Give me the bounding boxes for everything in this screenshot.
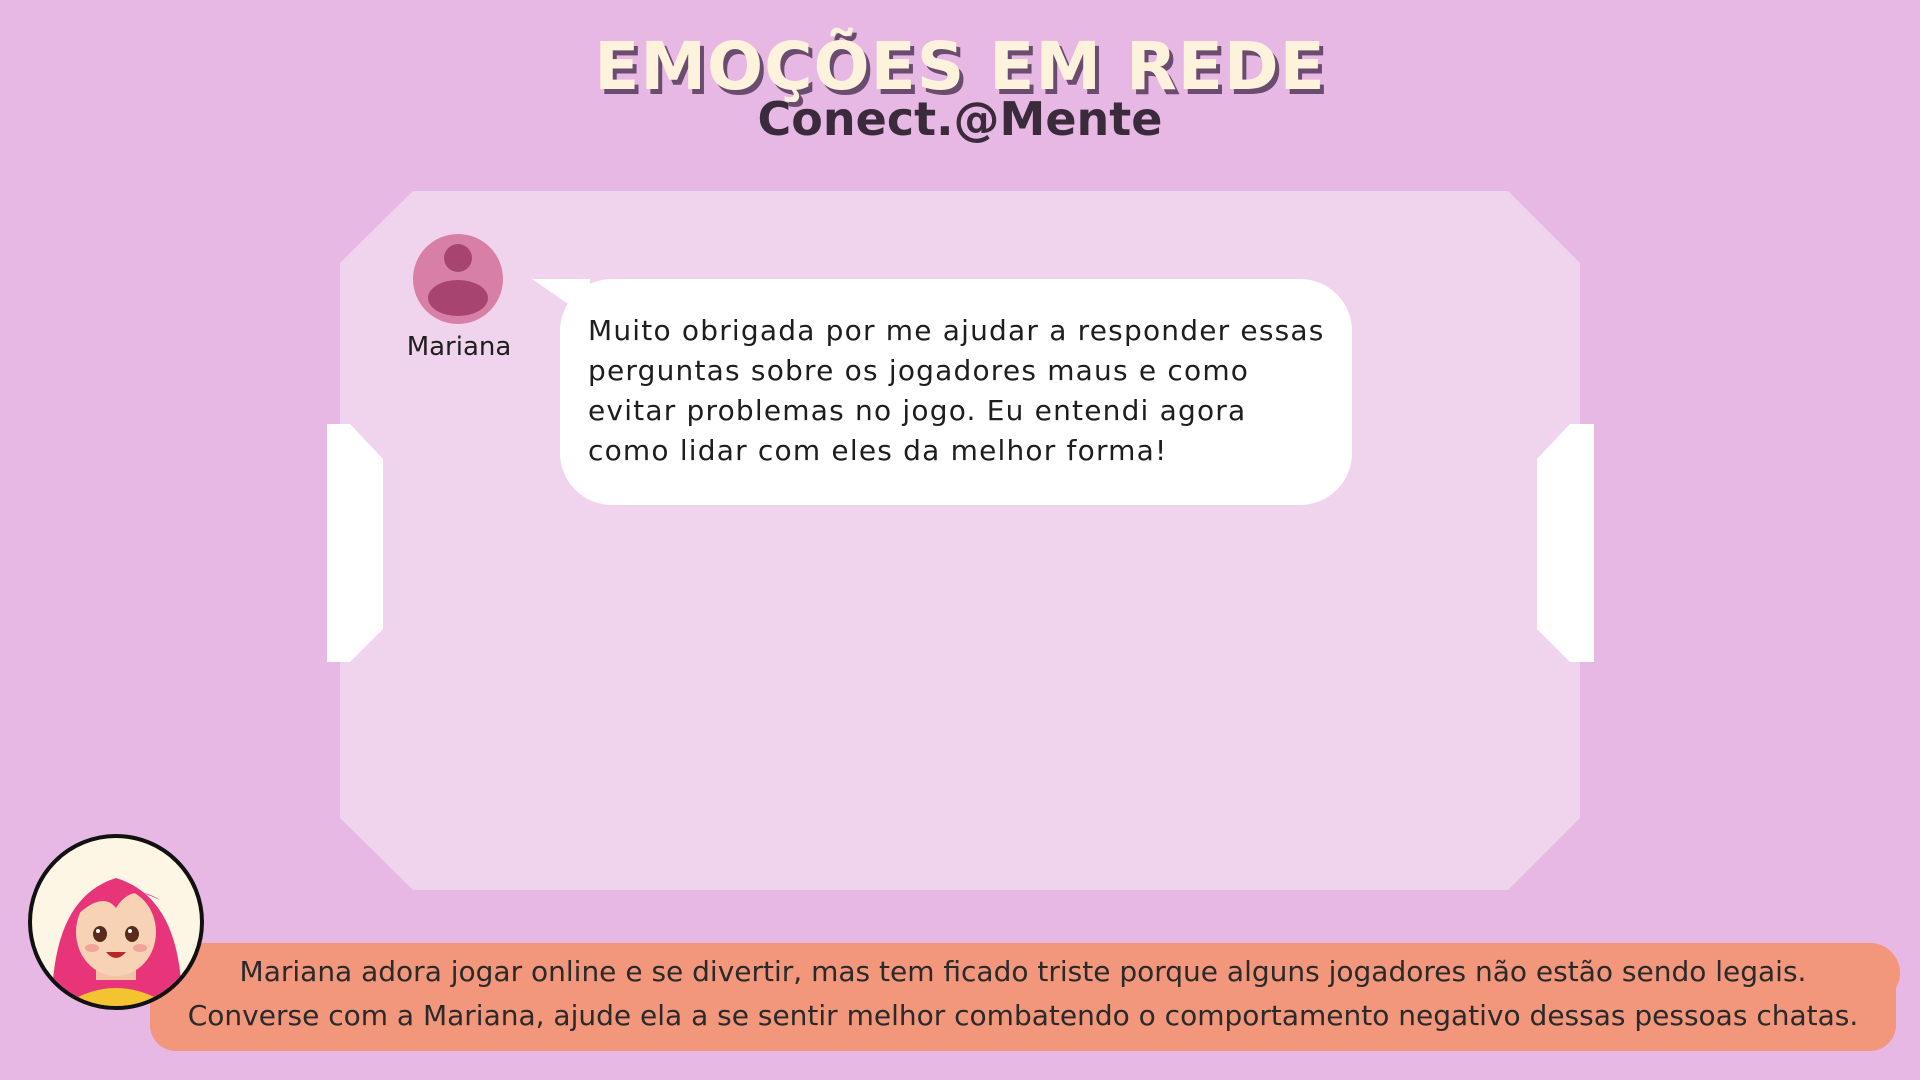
mariana-character-icon <box>28 834 204 1010</box>
left-side-handle <box>327 424 383 662</box>
contact-name: Mariana <box>406 332 512 362</box>
right-side-handle <box>1537 424 1594 662</box>
info-line-2: Converse com a Mariana, ajude ela a se s… <box>187 999 1859 1032</box>
chat-panel <box>327 191 1594 890</box>
info-line-1: Mariana adora jogar online e se divertir… <box>239 955 1807 988</box>
chat-message-bubble: Muito obrigada por me ajudar a responder… <box>560 279 1352 505</box>
info-text: Mariana adora jogar online e se divertir… <box>150 950 1896 1038</box>
contact-avatar-icon[interactable] <box>413 234 503 324</box>
chat-message-text: Muito obrigada por me ajudar a responder… <box>588 314 1325 467</box>
